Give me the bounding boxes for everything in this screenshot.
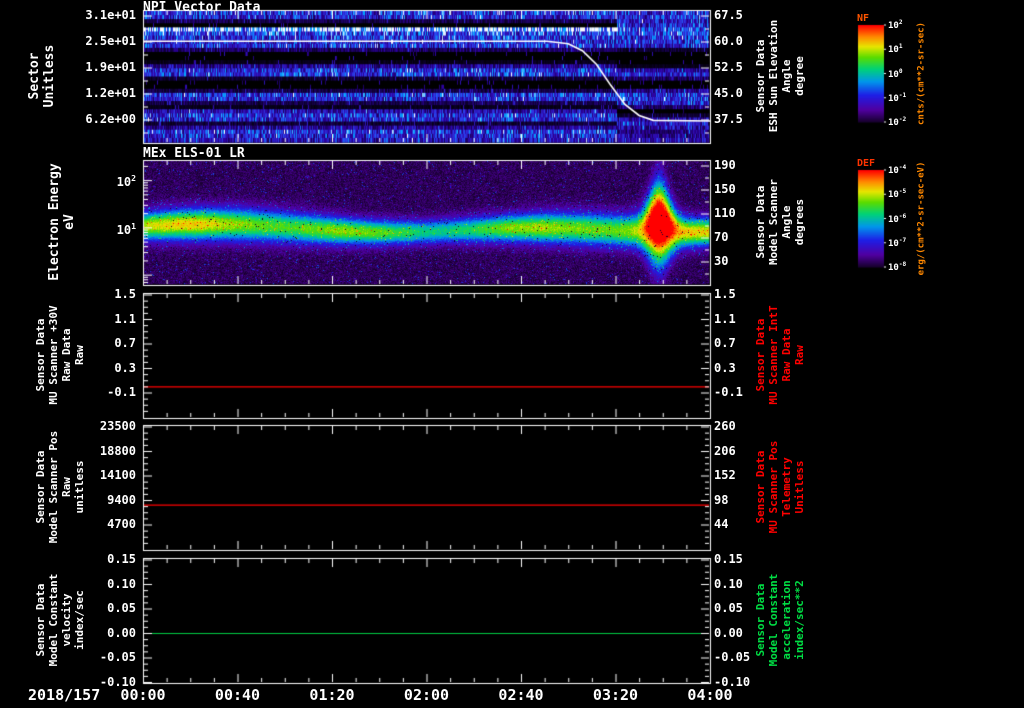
- panel2-title: MEx ELS-01 LR: [143, 146, 245, 161]
- plot-canvas: [0, 0, 1024, 708]
- p1-left-tick: 1.9e+01: [85, 60, 136, 74]
- plot-figure: NPI Vector Data MEx ELS-01 LR 2018/157 3…: [0, 0, 1024, 708]
- p5-right-axis-title: Sensor Data Model Constant acceleration …: [754, 573, 806, 667]
- colorbar2-units: erg/(cm**2-sr-sec-eV): [916, 161, 927, 276]
- colorbar1-units: cnts/(cm**2-sr-sec): [916, 22, 927, 125]
- p1-left-tick: 2.5e+01: [85, 34, 136, 48]
- x-axis-tick: 01:20: [309, 686, 355, 704]
- x-axis-tick: 00:00: [120, 686, 166, 704]
- x-axis-tick: 00:40: [214, 686, 261, 704]
- panel1-title: NPI Vector Data: [143, 0, 261, 15]
- p1-left-tick: 1.2e+01: [85, 86, 136, 100]
- p1-left-tick: 3.1e+01: [85, 8, 136, 22]
- p1-left-tick: 6.2e+00: [85, 112, 136, 126]
- p5-left-axis-title: Sensor Data Model Constant velocity inde…: [34, 573, 86, 667]
- x-axis-tick: 02:00: [403, 686, 450, 704]
- x-axis-tick: 04:00: [687, 686, 733, 704]
- x-axis-tick: 02:40: [498, 686, 544, 704]
- x-axis-tick: 03:20: [592, 686, 639, 704]
